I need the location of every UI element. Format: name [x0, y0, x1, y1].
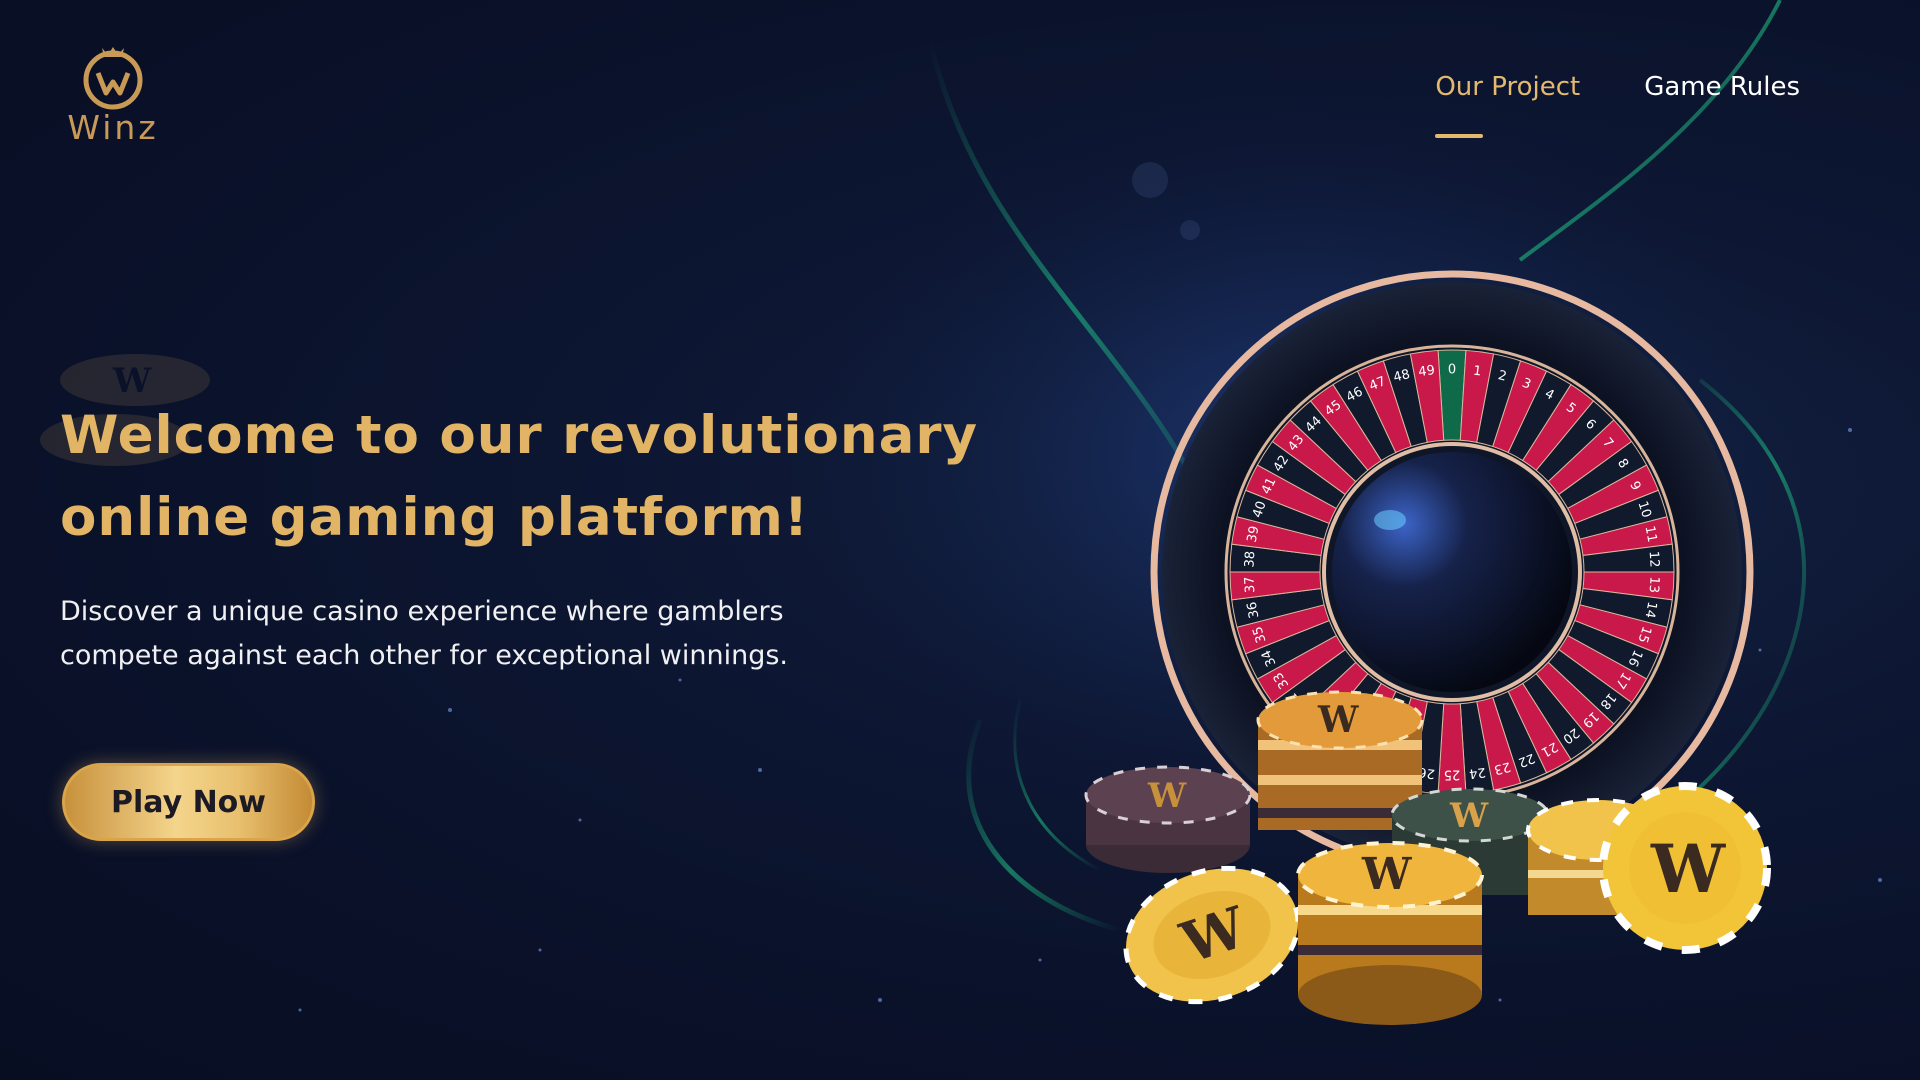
roulette-illustration: 0 1 2 3456789101112131415161718192021222324…	[1084, 270, 1771, 1025]
wheel-number: 39	[1245, 525, 1263, 544]
wheel-number: 12	[1646, 551, 1662, 568]
chip-w-mark-1: W	[1147, 776, 1187, 816]
wheel-number: 13	[1646, 576, 1662, 593]
wheel-number: 14	[1642, 600, 1660, 619]
wheel-number: 38	[1242, 551, 1258, 568]
wheel-number: 36	[1245, 600, 1263, 619]
chip-w-mark-5: W	[1361, 849, 1412, 900]
wheel-number: 25	[1444, 767, 1461, 782]
chip-w-mark-3: W	[1449, 796, 1489, 836]
chip-w-mark-2: W	[1317, 699, 1359, 741]
chip-w-mark-6: W	[1650, 830, 1726, 908]
wheel-number: 24	[1468, 764, 1486, 781]
wheel-number: 0	[1448, 363, 1456, 378]
wheel-number: 11	[1642, 525, 1660, 544]
wheel-number: 49	[1418, 363, 1436, 380]
wheel-number: 37	[1242, 576, 1258, 593]
